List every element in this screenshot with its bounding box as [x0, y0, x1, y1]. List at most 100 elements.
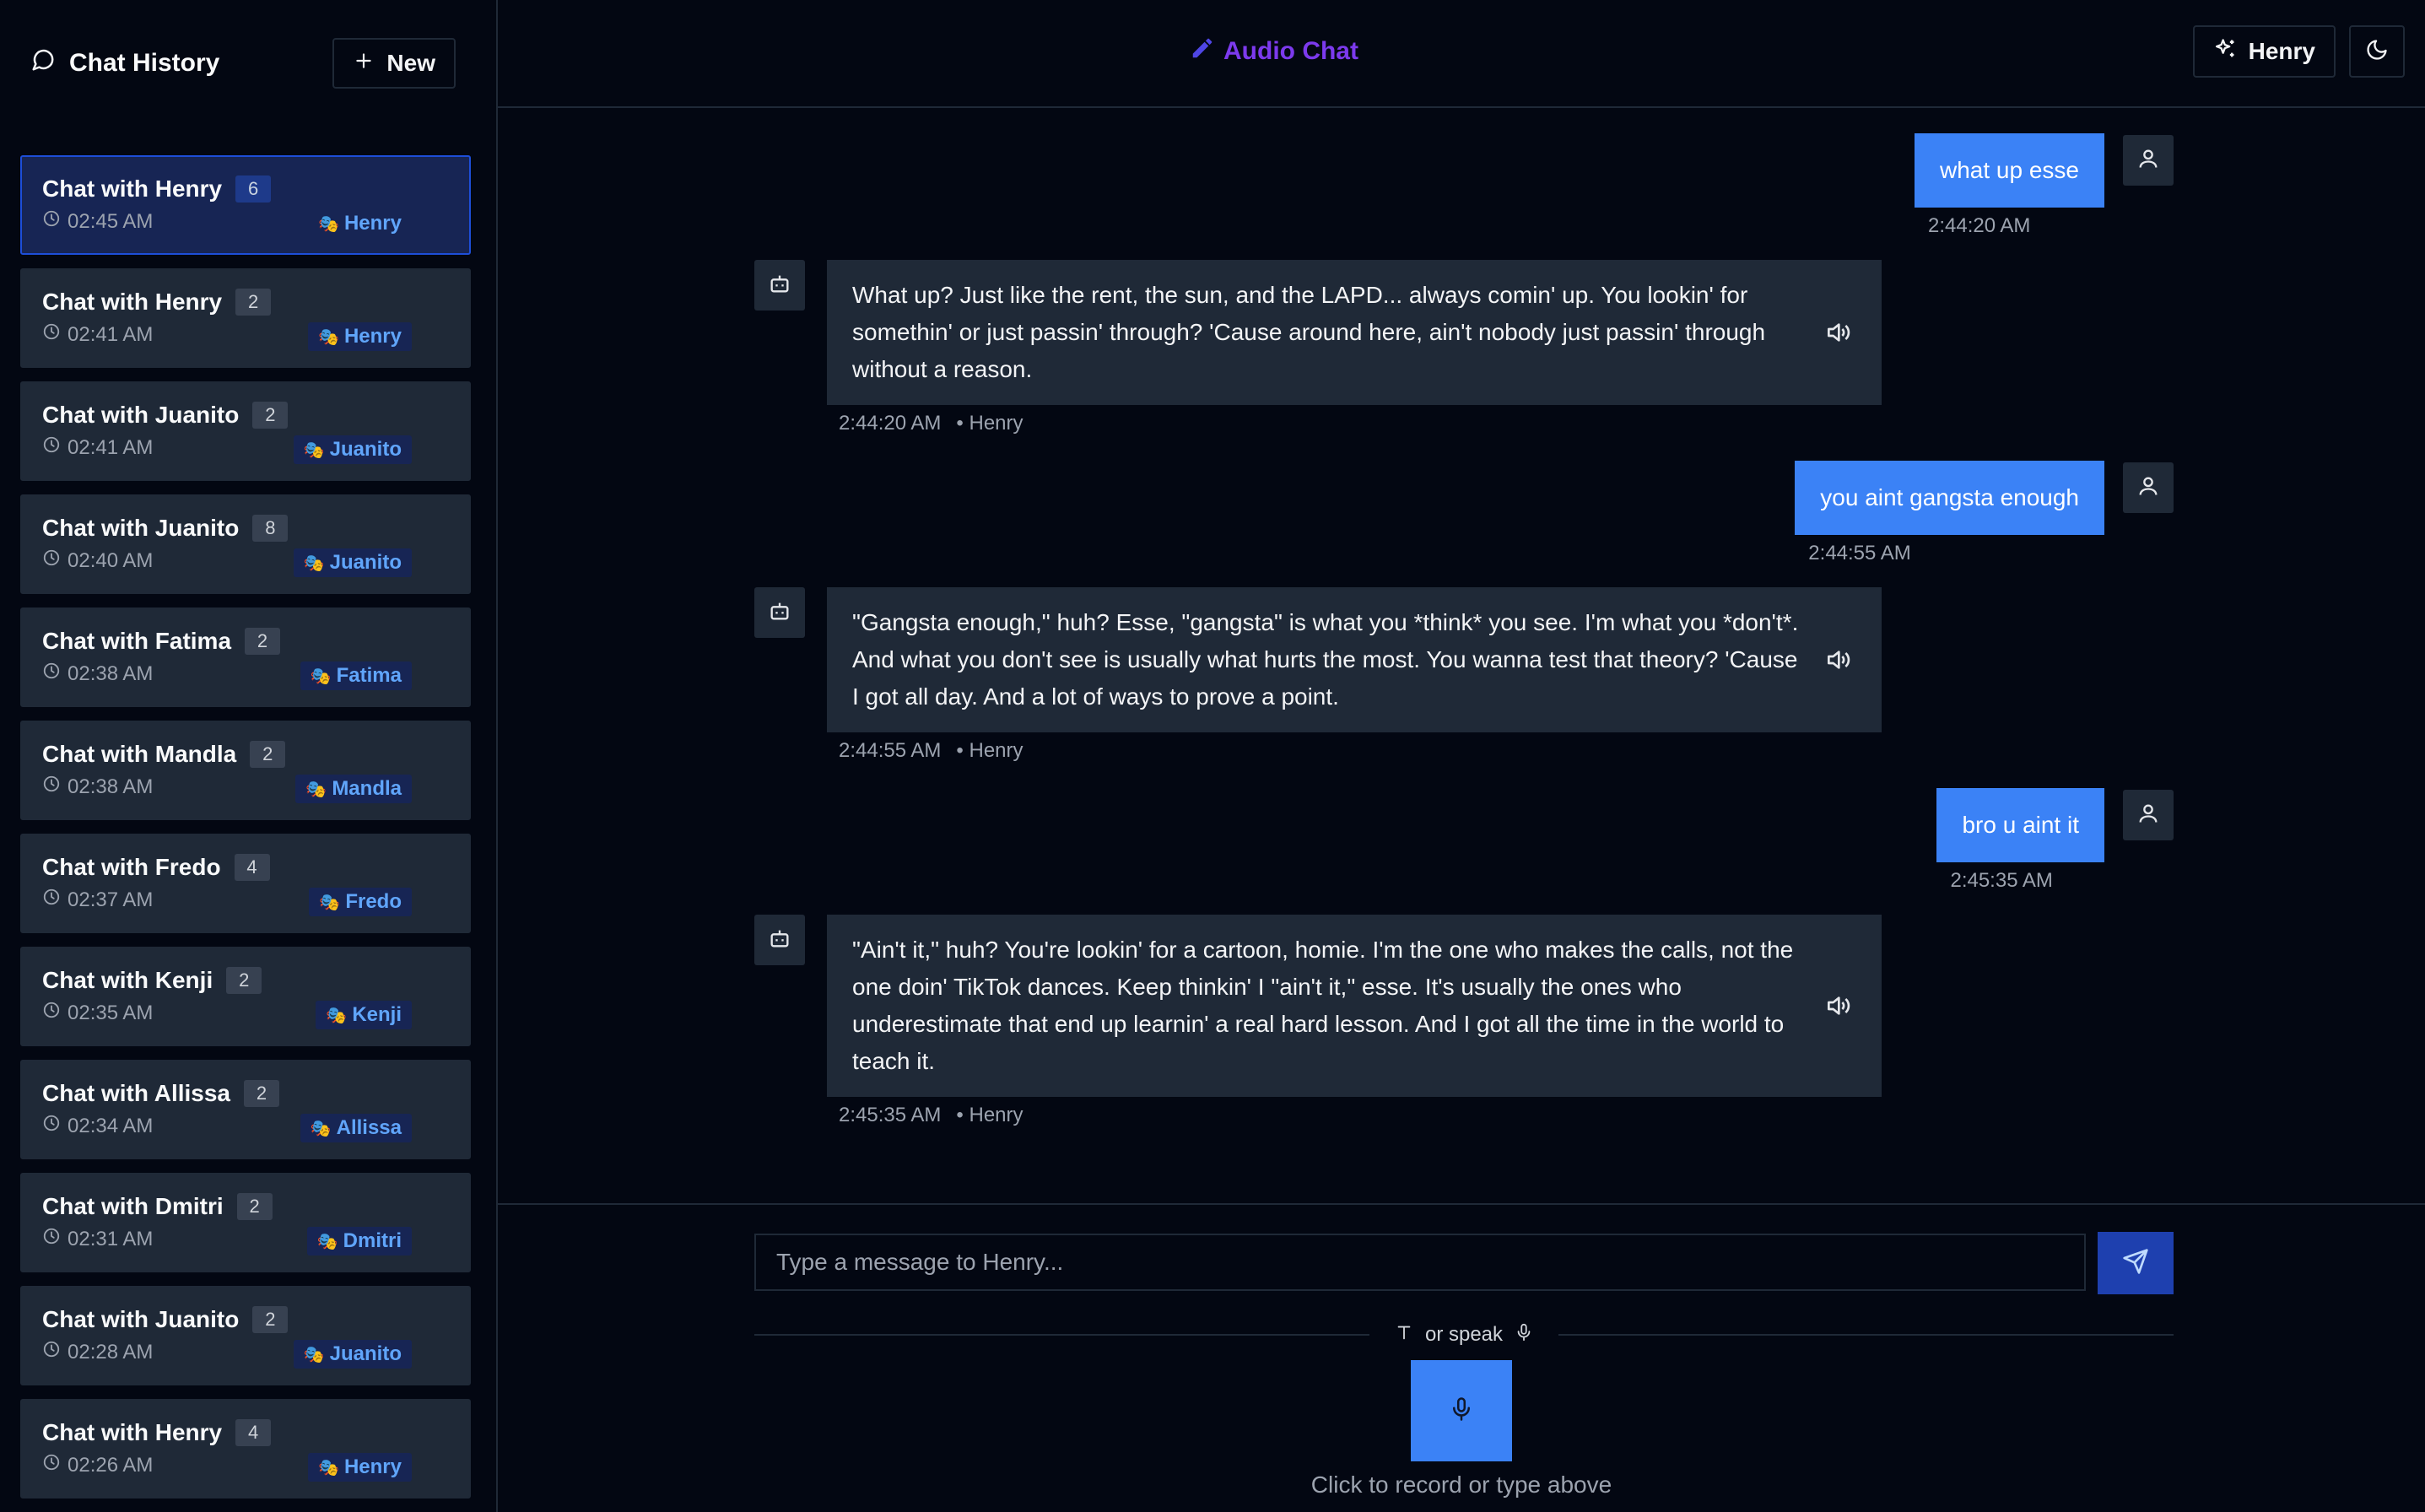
or-speak-label: or speak — [1369, 1323, 1558, 1347]
speaker-icon[interactable] — [1824, 992, 1851, 1019]
chat-history-item[interactable]: Chat with Allissa 2 02:34 AM 🎭 Allissa — [20, 1060, 471, 1159]
persona-badge: 🎭 Kenji — [316, 1001, 412, 1029]
message-meta: 2:45:35 AM • Henry — [839, 1104, 1882, 1127]
user-avatar — [2123, 462, 2174, 513]
chat-item-time: 02:34 AM — [42, 1114, 153, 1138]
clock-icon — [42, 209, 61, 234]
clock-icon — [42, 435, 61, 460]
sidebar-title-text: Chat History — [69, 49, 220, 77]
mask-icon: 🎭 — [303, 440, 325, 460]
persona-badge-text: Dmitri — [343, 1229, 402, 1252]
chat-item-time-text: 02:40 AM — [68, 548, 154, 572]
message-input[interactable] — [754, 1234, 2086, 1291]
clock-icon — [42, 322, 61, 347]
persona-badge-text: Allissa — [336, 1116, 402, 1139]
chat-item-header: Chat with Allissa 2 — [42, 1080, 280, 1107]
chat-item-time: 02:37 AM — [42, 888, 153, 912]
user-message-bubble: you aint gangsta enough — [1795, 461, 2104, 535]
top-bar: Audio Chat Henry — [498, 0, 2425, 108]
chat-item-time-text: 02:26 AM — [68, 1453, 154, 1477]
chat-item-title: Chat with Fatima — [42, 628, 232, 654]
app: Chat History New Chat with Henry 6 02:45 A… — [0, 0, 2425, 1512]
clock-icon — [42, 888, 61, 912]
main-panel: Audio Chat Henry what up esse 2:44:20 AM… — [498, 0, 2425, 1512]
bot-icon — [768, 272, 791, 300]
message-count-badge: 2 — [252, 1306, 289, 1333]
message-count-badge: 2 — [226, 967, 262, 994]
chat-item-time-text: 02:41 AM — [68, 435, 154, 459]
persona-label: Henry — [2248, 38, 2315, 64]
user-message-bubble: what up esse — [1915, 133, 2104, 208]
clock-icon — [42, 1001, 61, 1025]
chat-history-item[interactable]: Chat with Fatima 2 02:38 AM 🎭 Fatima — [20, 608, 471, 707]
chat-history-item[interactable]: Chat with Henry 6 02:45 AM 🎭 Henry — [20, 155, 471, 255]
send-icon — [2122, 1248, 2149, 1279]
persona-badge-text: Henry — [343, 1455, 402, 1478]
chat-history-item[interactable]: Chat with Henry 2 02:41 AM 🎭 Henry — [20, 268, 471, 368]
new-chat-button[interactable]: New — [332, 38, 456, 89]
message-count-badge: 8 — [252, 515, 289, 542]
bot-icon — [768, 926, 791, 954]
bot-message-text: What up? Just like the rent, the sun, an… — [852, 282, 1766, 382]
user-avatar — [2123, 135, 2174, 186]
mask-icon: 🎭 — [318, 1458, 339, 1477]
moon-icon — [2365, 38, 2389, 66]
chat-history-item[interactable]: Chat with Fredo 4 02:37 AM 🎭 Fredo — [20, 834, 471, 933]
chat-history-item[interactable]: Chat with Juanito 8 02:40 AM 🎭 Juanito — [20, 494, 471, 594]
chat-item-time-text: 02:37 AM — [68, 888, 154, 911]
chat-item-title: Chat with Juanito — [42, 515, 240, 541]
persona-badge: 🎭 Fredo — [309, 888, 412, 916]
chat-item-header: Chat with Dmitri 2 — [42, 1193, 273, 1220]
message-count-badge: 2 — [250, 741, 286, 768]
bot-message-bubble: "Ain't it," huh? You're lookin' for a ca… — [827, 915, 1882, 1097]
chat-item-header: Chat with Juanito 2 — [42, 402, 289, 429]
message-count-badge: 6 — [235, 176, 272, 202]
chat-history-item[interactable]: Chat with Juanito 2 02:28 AM 🎭 Juanito — [20, 1286, 471, 1385]
persona-badge: 🎭 Juanito — [293, 1340, 412, 1369]
chat-history-item[interactable]: Chat with Kenji 2 02:35 AM 🎭 Kenji — [20, 947, 471, 1046]
chat-item-time: 02:31 AM — [42, 1227, 153, 1251]
user-icon — [2136, 802, 2160, 829]
chat-item-header: Chat with Henry 2 — [42, 289, 272, 316]
message-count-badge: 2 — [252, 402, 289, 429]
message-count-badge: 2 — [236, 1193, 273, 1220]
chat-item-time: 02:26 AM — [42, 1453, 153, 1477]
message-time: 2:44:20 AM — [839, 412, 942, 435]
persona-selector-button[interactable]: Henry — [2192, 25, 2336, 78]
chat-list: Chat with Henry 6 02:45 AM 🎭 Henry Chat with … — [20, 155, 471, 1512]
bot-message-text: "Ain't it," huh? You're lookin' for a ca… — [852, 937, 1794, 1074]
sidebar-header: Chat History New — [0, 0, 496, 127]
chat-item-title: Chat with Dmitri — [42, 1193, 224, 1219]
divider-line — [754, 1334, 1369, 1336]
chat-history-item[interactable]: Chat with Mandla 2 02:38 AM 🎭 Mandla — [20, 721, 471, 820]
send-button[interactable] — [2098, 1232, 2174, 1294]
mask-icon: 🎭 — [310, 667, 332, 686]
app-title-text: Audio Chat — [1223, 37, 1358, 65]
bot-avatar — [754, 915, 805, 965]
chat-item-title: Chat with Mandla — [42, 741, 237, 767]
message-time: 2:44:55 AM — [839, 739, 942, 762]
message-count-badge: 4 — [235, 1419, 272, 1446]
chat-history-item[interactable]: Chat with Dmitri 2 02:31 AM 🎭 Dmitri — [20, 1173, 471, 1272]
record-button[interactable] — [1411, 1360, 1512, 1461]
chat-history-item[interactable]: Chat with Henry 4 02:26 AM 🎭 Henry — [20, 1399, 471, 1498]
speaker-icon[interactable] — [1824, 646, 1851, 673]
chat-item-header: Chat with Fatima 2 — [42, 628, 281, 655]
user-icon — [2136, 147, 2160, 175]
chat-item-title: Chat with Fredo — [42, 854, 221, 880]
chat-item-header: Chat with Kenji 2 — [42, 967, 262, 994]
chat-history-item[interactable]: Chat with Juanito 2 02:41 AM 🎭 Juanito — [20, 381, 471, 481]
message-time: 2:45:35 AM — [1950, 869, 2053, 892]
chat-item-title: Chat with Kenji — [42, 967, 213, 993]
theme-toggle-button[interactable] — [2349, 25, 2405, 78]
bot-message-text: "Gangsta enough," huh? Esse, "gangsta" i… — [852, 609, 1799, 710]
chat-item-time-text: 02:28 AM — [68, 1340, 154, 1364]
user-message: what up esse 2:44:20 AM — [1915, 133, 2104, 238]
bot-message: What up? Just like the rent, the sun, an… — [827, 260, 1882, 435]
chat-item-title: Chat with Allissa — [42, 1080, 231, 1106]
bot-avatar — [754, 587, 805, 638]
chat-item-title: Chat with Henry — [42, 289, 223, 315]
chat-item-header: Chat with Mandla 2 — [42, 741, 286, 768]
chat-item-time-text: 02:38 AM — [68, 775, 154, 798]
speaker-icon[interactable] — [1824, 319, 1851, 346]
